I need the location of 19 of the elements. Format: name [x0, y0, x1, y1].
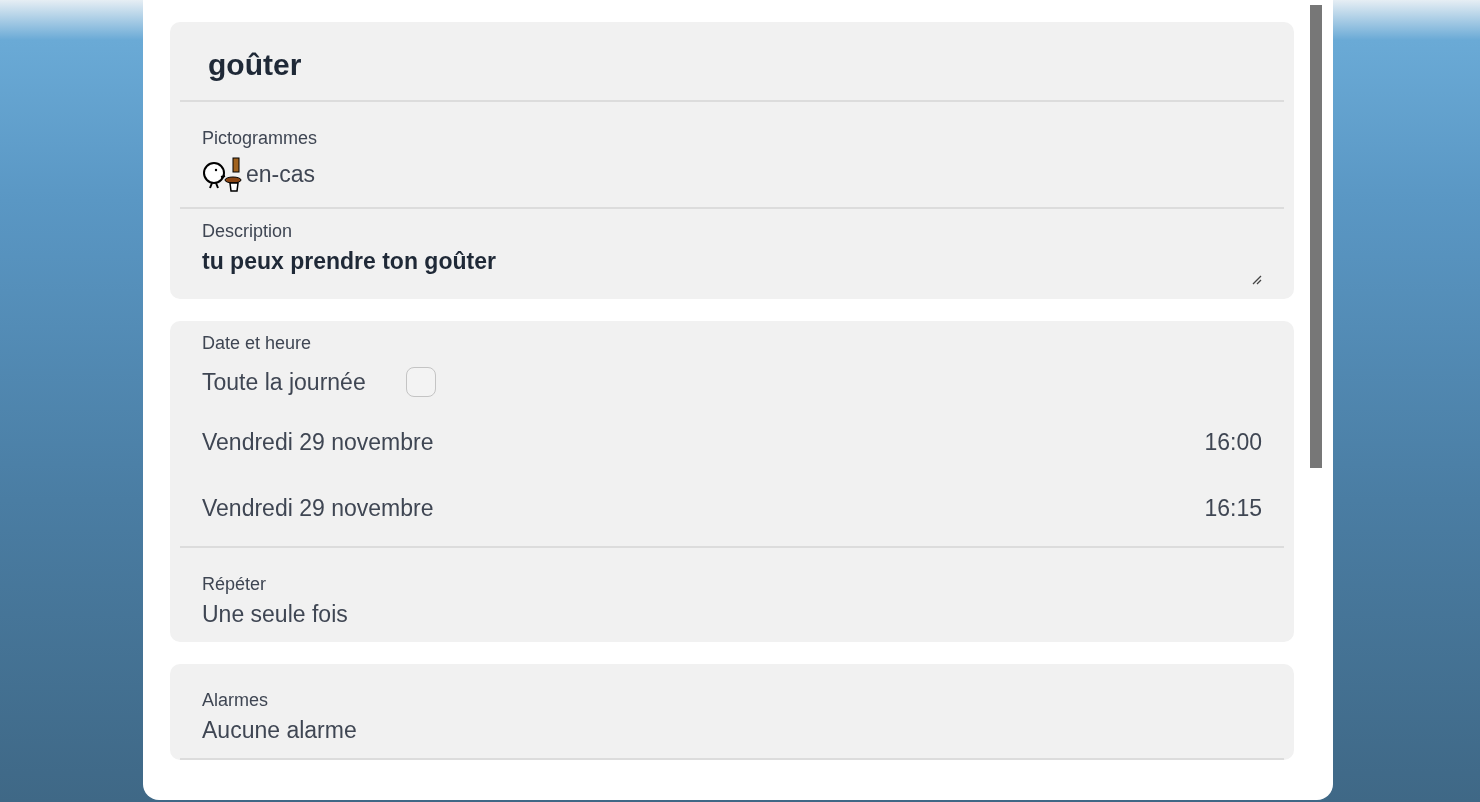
time-value[interactable]: 16:15 — [1204, 494, 1262, 522]
all-day-checkbox[interactable] — [405, 367, 436, 397]
section-label: Répéter — [202, 574, 268, 595]
section-label: Description — [202, 221, 294, 242]
time-value[interactable]: 16:00 — [1204, 428, 1262, 456]
section-label: Pictogrammes — [202, 128, 319, 149]
date-value[interactable]: Vendredi 29 novembre — [202, 428, 434, 456]
scrollbar-thumb[interactable] — [1310, 5, 1322, 468]
snack-pictogram-icon — [202, 155, 244, 193]
all-day-label: Toute la journée — [202, 368, 366, 396]
date-value[interactable]: Vendredi 29 novembre — [202, 494, 434, 522]
event-title: goûter — [207, 47, 303, 83]
repeat-value[interactable]: Une seule fois — [202, 601, 1262, 628]
section-label: Alarmes — [202, 690, 269, 711]
pictogram-name: en-cas — [246, 160, 316, 188]
description-field[interactable]: Description tu peux prendre ton goûter — [170, 209, 1294, 299]
resize-grip-icon[interactable] — [1252, 275, 1262, 285]
alarm-value[interactable]: Aucune alarme — [202, 717, 1262, 744]
section-label: Date et heure — [202, 333, 313, 354]
